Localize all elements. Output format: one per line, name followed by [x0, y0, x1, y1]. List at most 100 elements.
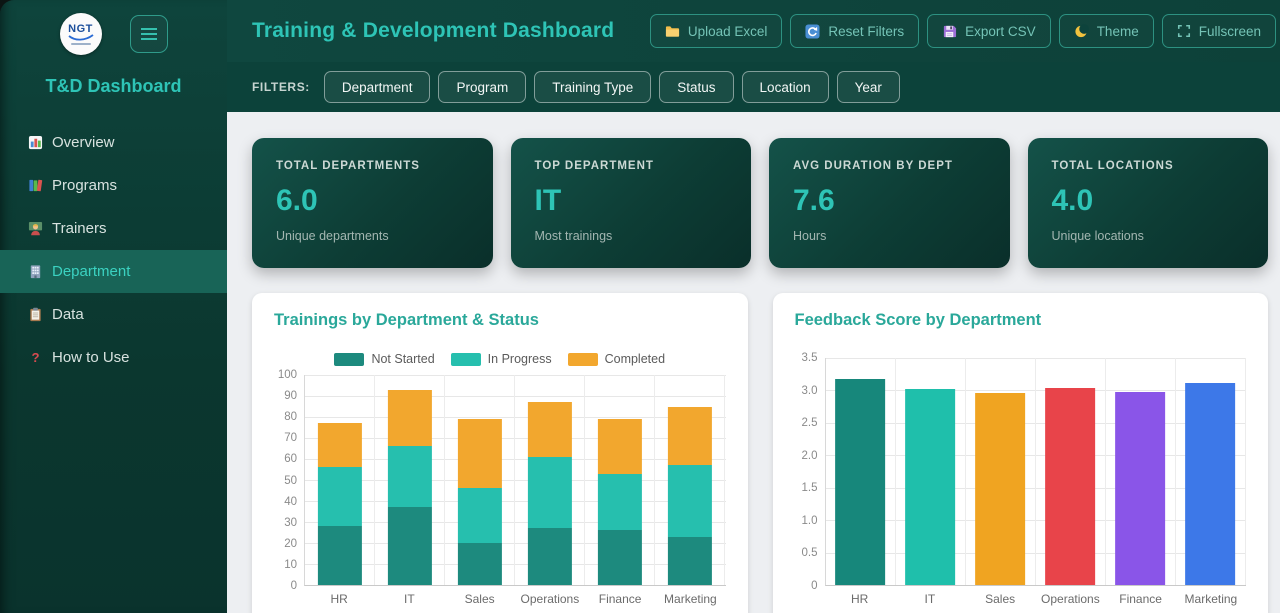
bar [1045, 388, 1095, 585]
bar-slot [445, 375, 515, 585]
x-axis-label: Finance [1106, 592, 1176, 606]
y-tick-label: 60 [284, 453, 297, 465]
x-axis-label: Operations [515, 592, 585, 606]
sidebar-item-data[interactable]: Data [0, 293, 227, 336]
bar-segment [388, 446, 432, 507]
bar [317, 423, 361, 585]
bar-slot [1106, 358, 1176, 585]
sidebar-item-trainers[interactable]: Trainers [0, 207, 227, 250]
bar-chart-icon [27, 135, 43, 151]
x-axis-labels: HRITSalesOperationsFinanceMarketing [825, 592, 1247, 606]
y-tick-label: 1.5 [802, 482, 818, 494]
plot-area [304, 375, 726, 586]
app-window: NGT T&D Dashboard Overview Programs [0, 0, 1280, 613]
sidebar-item-label: Department [52, 263, 130, 280]
kpi-subtitle: Unique departments [276, 229, 469, 243]
chart-trainings-by-department-status: Trainings by Department & Status Not Sta… [252, 293, 748, 613]
y-tick-label: 2.5 [802, 417, 818, 429]
x-axis-label: Sales [965, 592, 1035, 606]
upload-excel-button[interactable]: Upload Excel [650, 14, 783, 48]
export-csv-button[interactable]: Export CSV [927, 14, 1051, 48]
legend-item[interactable]: Not Started [334, 352, 434, 366]
y-tick-label: 10 [284, 559, 297, 571]
filter-bar: FILTERS: Department Program Training Typ… [227, 62, 1280, 112]
kpi-subtitle: Hours [793, 229, 986, 243]
ngt-logo: NGT [60, 13, 102, 55]
kpi-subtitle: Most trainings [535, 229, 728, 243]
y-tick-label: 1.0 [802, 515, 818, 527]
x-axis-label: Finance [585, 592, 655, 606]
theme-button[interactable]: Theme [1059, 14, 1154, 48]
bar [598, 419, 642, 585]
reset-icon [805, 24, 820, 39]
question-icon: ? [27, 350, 43, 366]
y-tick-label: 30 [284, 517, 297, 529]
x-axis-label: HR [825, 592, 895, 606]
filter-pill-program[interactable]: Program [438, 71, 526, 103]
bar-slot [305, 375, 375, 585]
kpi-value: IT [535, 184, 728, 218]
hamburger-icon [140, 27, 158, 41]
books-icon [27, 178, 43, 194]
chart-legend: Not Started In Progress Completed [274, 352, 726, 366]
sidebar-item-programs[interactable]: Programs [0, 164, 227, 207]
sidebar-item-overview[interactable]: Overview [0, 121, 227, 164]
kpi-label: TOP DEPARTMENT [535, 160, 728, 172]
y-tick-label: 80 [284, 411, 297, 423]
bar-segment [317, 526, 361, 585]
bar-slot [655, 375, 725, 585]
logo-tagline [71, 43, 91, 45]
y-tick-label: 90 [284, 390, 297, 402]
fullscreen-button[interactable]: Fullscreen [1162, 14, 1276, 48]
plot-area [825, 358, 1247, 586]
bar-segment [668, 465, 712, 536]
bar-segment [975, 393, 1025, 585]
filter-pill-status[interactable]: Status [659, 71, 733, 103]
y-tick-label: 100 [278, 369, 297, 381]
bar-segment [668, 407, 712, 466]
chart-title: Trainings by Department & Status [274, 311, 726, 330]
x-axis-label: Sales [445, 592, 515, 606]
x-axis-label: Marketing [655, 592, 725, 606]
floppy-disk-icon [942, 24, 957, 39]
y-tick-label: 50 [284, 475, 297, 487]
y-axis: 1009080706050403020100 [274, 375, 304, 586]
reset-filters-button[interactable]: Reset Filters [790, 14, 919, 48]
filter-pill-department[interactable]: Department [324, 71, 431, 103]
logo-swoosh [68, 34, 94, 41]
kpi-value: 4.0 [1052, 184, 1245, 218]
sidebar-item-label: Overview [52, 134, 115, 151]
bar-slot [1036, 358, 1106, 585]
x-axis-label: IT [374, 592, 444, 606]
fullscreen-icon [1177, 24, 1191, 38]
header-actions: Upload Excel Reset Filters Export CSV Th… [650, 14, 1276, 48]
bar-slot [515, 375, 585, 585]
building-icon [27, 264, 43, 280]
sidebar-item-label: Programs [52, 177, 117, 194]
main-area: Training & Development Dashboard Upload … [227, 0, 1280, 613]
filter-pill-year[interactable]: Year [837, 71, 900, 103]
kpi-card-top-department: TOP DEPARTMENT IT Most trainings [511, 138, 752, 268]
filter-pill-training-type[interactable]: Training Type [534, 71, 651, 103]
legend-item[interactable]: In Progress [451, 352, 552, 366]
legend-label: Completed [605, 352, 665, 366]
bar [668, 407, 712, 585]
chart-feedback-score-by-department: Feedback Score by Department 3.53.02.52.… [773, 293, 1269, 613]
sidebar-item-how-to-use[interactable]: ? How to Use [0, 336, 227, 379]
bar-segment [598, 419, 642, 474]
bar-segment [388, 390, 432, 447]
sidebar: NGT T&D Dashboard Overview Programs [0, 0, 227, 613]
brand-title: T&D Dashboard [0, 59, 227, 121]
filter-pill-location[interactable]: Location [742, 71, 829, 103]
sidebar-item-department[interactable]: Department [0, 250, 227, 293]
legend-item[interactable]: Completed [568, 352, 665, 366]
button-label: Reset Filters [828, 24, 904, 39]
y-tick-label: 3.0 [802, 385, 818, 397]
bar [528, 402, 572, 585]
sidebar-toggle-button[interactable] [130, 15, 168, 53]
y-tick-label: 40 [284, 496, 297, 508]
bar-segment [905, 389, 955, 585]
kpi-grid: TOTAL DEPARTMENTS 6.0 Unique departments… [252, 138, 1268, 268]
bar-segment [528, 402, 572, 457]
bar [1115, 392, 1165, 585]
